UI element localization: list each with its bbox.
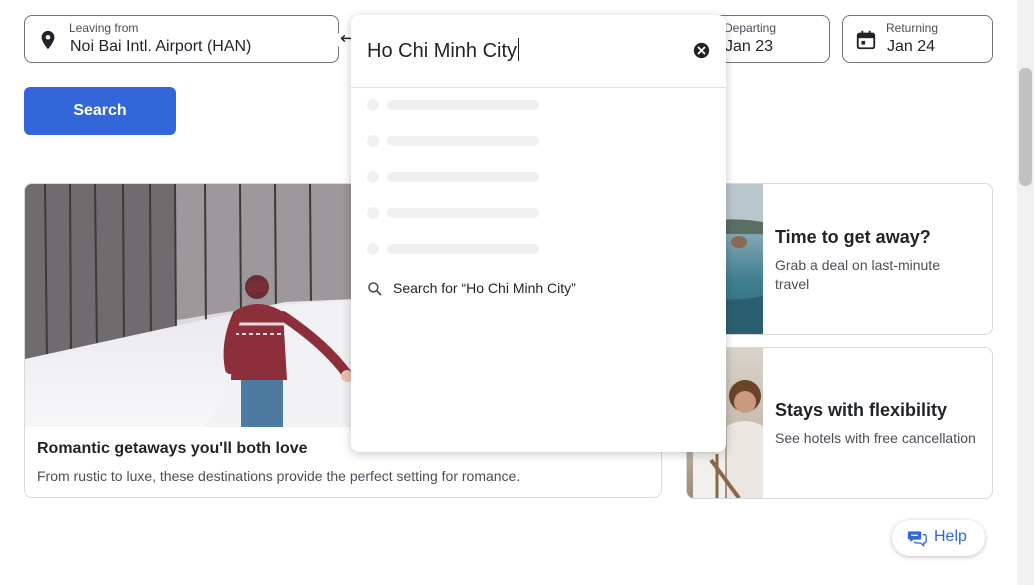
- leaving-from-label: Leaving from: [69, 21, 139, 35]
- leaving-from-value: Noi Bai Intl. Airport (HAN): [70, 38, 252, 55]
- returning-value: Jan 24: [887, 38, 936, 55]
- help-label: Help: [934, 528, 967, 545]
- flexible-stays-card[interactable]: Stays with flexibility See hotels with f…: [686, 347, 993, 499]
- leaving-from-field[interactable]: Leaving from Noi Bai Intl. Airport (HAN): [24, 15, 339, 63]
- text-cursor: [518, 38, 520, 61]
- returning-label: Returning: [886, 21, 939, 35]
- chat-icon: [907, 531, 927, 547]
- departing-value: Jan 23: [725, 38, 774, 55]
- romantic-card-subtitle: From rustic to luxe, these destinations …: [37, 468, 521, 484]
- returning-field[interactable]: Returning Jan 24: [842, 15, 993, 63]
- departing-label: Departing: [724, 21, 777, 35]
- loading-placeholder-row: [367, 99, 542, 111]
- page-scrollbar[interactable]: [1017, 0, 1034, 585]
- search-button[interactable]: Search: [24, 87, 176, 135]
- dropdown-divider: [351, 87, 726, 88]
- loading-placeholder-row: [367, 171, 542, 183]
- flexibility-card-subtitle: See hotels with free cancellation: [775, 430, 976, 446]
- loading-placeholder-row: [367, 135, 542, 147]
- destination-search-value: Ho Chi Minh City: [367, 40, 518, 62]
- flexibility-card-title: Stays with flexibility: [775, 400, 948, 420]
- destination-autocomplete-dropdown: Ho Chi Minh City Search for “Ho Chi Minh…: [351, 15, 726, 452]
- getaway-card-subtitle: Grab a deal on last-minute travel: [775, 257, 940, 292]
- scrollbar-thumb[interactable]: [1019, 68, 1032, 186]
- help-button[interactable]: Help: [892, 520, 985, 556]
- getaway-card-title: Time to get away?: [775, 227, 931, 247]
- loading-placeholder-row: [367, 243, 542, 255]
- location-pin-icon: [41, 30, 55, 50]
- last-minute-deals-card[interactable]: Time to get away? Grab a deal on last-mi…: [686, 183, 993, 335]
- loading-placeholder-row: [367, 207, 542, 219]
- search-for-suggestion-text: Search for “Ho Chi Minh City”: [393, 280, 576, 296]
- destination-search-input[interactable]: Ho Chi Minh City: [367, 38, 520, 63]
- calendar-icon: [856, 30, 876, 50]
- romantic-card-title: Romantic getaways you'll both love: [37, 440, 308, 457]
- search-icon: [368, 282, 382, 296]
- clear-icon[interactable]: [693, 42, 710, 59]
